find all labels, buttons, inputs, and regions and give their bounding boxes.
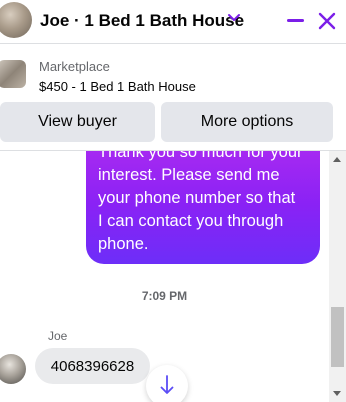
view-buyer-button[interactable]: View buyer: [0, 102, 155, 142]
outgoing-message-bubble[interactable]: Thank you so much for your interest. Ple…: [86, 151, 320, 264]
minimize-icon[interactable]: [287, 19, 304, 22]
contact-avatar[interactable]: [0, 2, 32, 38]
incoming-message-bubble[interactable]: 4068396628: [35, 348, 150, 384]
message-timestamp: 7:09 PM: [141, 289, 188, 303]
listing-thumbnail[interactable]: [0, 60, 26, 88]
listing-source: Marketplace: [39, 59, 110, 74]
close-icon[interactable]: [317, 11, 337, 31]
sender-name: Joe: [48, 329, 68, 343]
incoming-message-text: 4068396628: [50, 357, 135, 375]
scroll-to-bottom-button[interactable]: [146, 365, 188, 402]
chat-title[interactable]: Joe · 1 Bed 1 Bath House: [40, 11, 244, 31]
scroll-down-arrow-icon[interactable]: [333, 391, 341, 396]
listing-title[interactable]: $450 - 1 Bed 1 Bath House: [39, 79, 196, 94]
scrollbar[interactable]: [329, 151, 346, 402]
sender-avatar[interactable]: [0, 354, 26, 384]
arrow-down-icon: [160, 375, 174, 394]
scrollbar-thumb[interactable]: [331, 307, 344, 367]
scroll-up-arrow-icon[interactable]: [333, 157, 341, 162]
chat-header: Joe · 1 Bed 1 Bath House: [0, 0, 346, 44]
chevron-down-icon[interactable]: [226, 11, 242, 25]
more-options-button[interactable]: More options: [161, 102, 333, 142]
outgoing-message-text: Thank you so much for your interest. Ple…: [98, 151, 303, 253]
listing-panel: Marketplace $450 - 1 Bed 1 Bath House Vi…: [0, 45, 346, 150]
message-thread: Thank you so much for your interest. Ple…: [0, 151, 329, 402]
